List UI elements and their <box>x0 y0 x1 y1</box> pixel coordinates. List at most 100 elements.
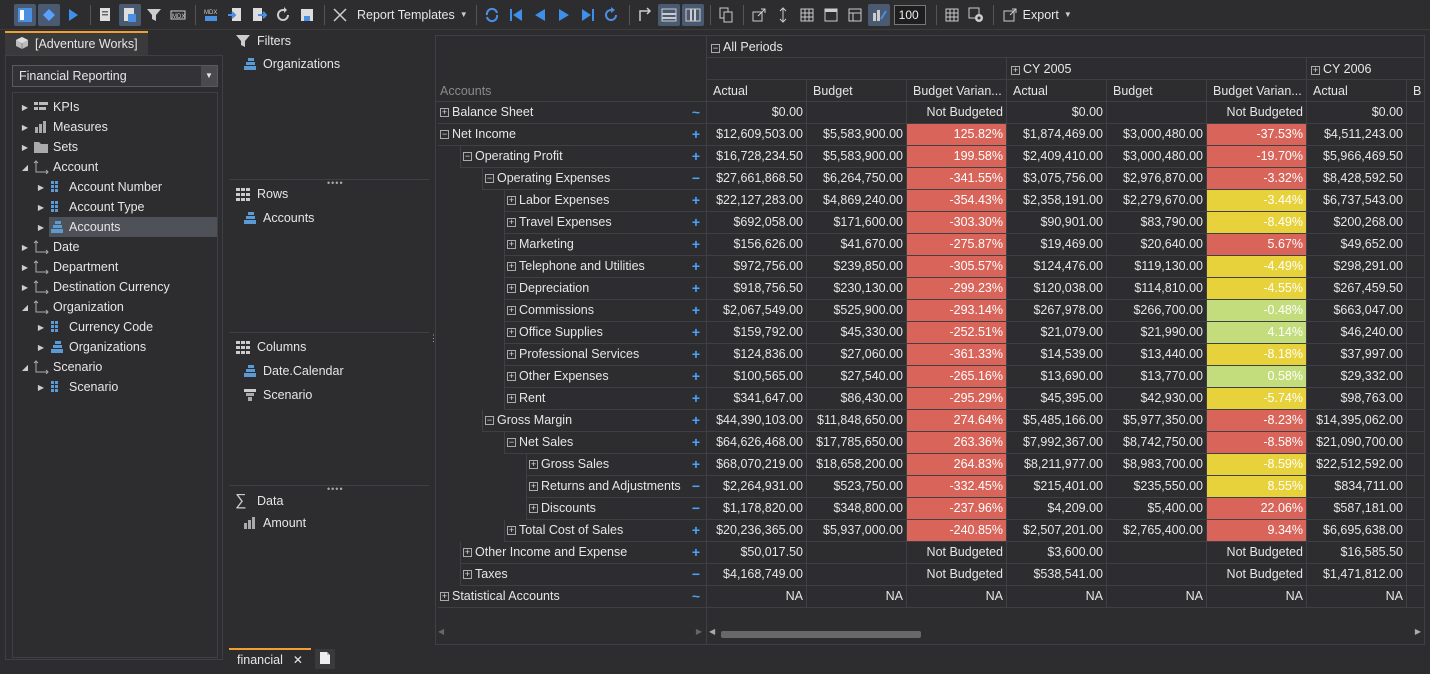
expand-icon[interactable]: + <box>507 240 516 249</box>
data-cell[interactable]: -4.49% <box>1207 256 1307 278</box>
data-cell[interactable]: 4.14% <box>1207 322 1307 344</box>
data-cell[interactable]: -275.87% <box>907 234 1007 256</box>
data-cell[interactable] <box>1407 146 1424 168</box>
redo-button[interactable] <box>601 4 623 26</box>
expand-icon[interactable]: + <box>507 218 516 227</box>
row-header-net-sales[interactable]: − Net Sales + <box>504 432 706 454</box>
sync-button[interactable] <box>481 4 503 26</box>
row-header-other-income-and-expense[interactable]: + Other Income and Expense + <box>460 542 706 564</box>
data-cell[interactable]: $8,428,592.50 <box>1307 168 1407 190</box>
expand-icon[interactable]: + <box>507 196 516 205</box>
data-cell[interactable]: $171,600.00 <box>807 212 907 234</box>
data-cell[interactable]: NA <box>1007 586 1107 608</box>
data-cell[interactable]: 9.34% <box>1207 520 1307 542</box>
data-cell[interactable]: $124,476.00 <box>1007 256 1107 278</box>
chart-edit-button[interactable] <box>867 3 890 26</box>
tree-node-accounts[interactable]: Accounts ▶ <box>38 217 217 237</box>
resize-grip[interactable]: •••• <box>327 485 343 494</box>
data-cell[interactable] <box>1407 322 1424 344</box>
expand-icon[interactable]: + <box>529 482 538 491</box>
data-cell[interactable]: $86,430.00 <box>807 388 907 410</box>
data-cell[interactable]: NA <box>707 586 807 608</box>
data-cell[interactable]: -361.33% <box>907 344 1007 366</box>
prev-button[interactable] <box>529 4 551 26</box>
data-cell[interactable]: 199.58% <box>907 146 1007 168</box>
data-cell[interactable] <box>1107 542 1207 564</box>
table-button[interactable] <box>820 4 842 26</box>
data-cell[interactable] <box>1407 564 1424 586</box>
measure-header[interactable]: Budget <box>1107 80 1207 102</box>
column-item-date-calendar[interactable]: Date.Calendar <box>243 364 344 378</box>
data-cell[interactable] <box>1407 344 1424 366</box>
field-list-button[interactable] <box>14 3 36 26</box>
grid-button[interactable] <box>796 4 818 26</box>
data-cell[interactable]: $37,997.00 <box>1307 344 1407 366</box>
copy-button[interactable] <box>715 4 737 26</box>
data-cell[interactable]: $538,541.00 <box>1007 564 1107 586</box>
data-cell[interactable]: $7,992,367.00 <box>1007 432 1107 454</box>
data-cell[interactable]: $3,000,480.00 <box>1107 146 1207 168</box>
report-button[interactable] <box>95 4 117 26</box>
first-button[interactable] <box>505 4 527 26</box>
data-cell[interactable] <box>1407 366 1424 388</box>
measure-header[interactable]: Budget Varian... <box>1207 80 1307 102</box>
expand-icon[interactable]: + <box>463 548 472 557</box>
data-cell[interactable]: $6,737,543.00 <box>1307 190 1407 212</box>
data-cell[interactable]: $5,485,166.00 <box>1007 410 1107 432</box>
data-cell[interactable]: -354.43% <box>907 190 1007 212</box>
expanded-arrow-icon[interactable]: ◢ <box>17 163 33 172</box>
expand-icon[interactable]: + <box>440 108 449 117</box>
data-cell[interactable] <box>1407 102 1424 124</box>
data-cell[interactable]: -4.55% <box>1207 278 1307 300</box>
data-cell[interactable]: -3.32% <box>1207 168 1307 190</box>
import-button[interactable] <box>224 4 246 26</box>
measure-header[interactable]: B <box>1407 80 1424 102</box>
data-cell[interactable]: $19,469.00 <box>1007 234 1107 256</box>
scroll-left-icon[interactable]: ◀ <box>438 627 444 636</box>
data-cell[interactable]: $1,874,469.00 <box>1007 124 1107 146</box>
data-cell[interactable]: $215,401.00 <box>1007 476 1107 498</box>
expanded-arrow-icon[interactable]: ◢ <box>17 303 33 312</box>
row-header-net-income[interactable]: − Net Income + <box>438 124 706 146</box>
collapse-icon[interactable]: − <box>440 130 449 139</box>
data-cell[interactable]: -8.59% <box>1207 454 1307 476</box>
data-cell[interactable]: $13,440.00 <box>1107 344 1207 366</box>
collapsed-arrow-icon[interactable]: ▶ <box>33 343 49 352</box>
collapse-icon[interactable]: − <box>485 174 494 183</box>
data-cell[interactable] <box>1407 124 1424 146</box>
expand-button[interactable] <box>772 4 794 26</box>
data-cell[interactable]: $1,178,820.00 <box>707 498 807 520</box>
data-cell[interactable] <box>1407 234 1424 256</box>
tab-financial[interactable]: financial ✕ <box>229 648 311 670</box>
collapsed-arrow-icon[interactable]: ▶ <box>33 203 49 212</box>
data-cell[interactable]: 264.83% <box>907 454 1007 476</box>
row-header-travel-expenses[interactable]: + Travel Expenses + <box>504 212 706 234</box>
data-cell[interactable]: NA <box>807 586 907 608</box>
data-cell[interactable] <box>1407 168 1424 190</box>
year-header-cy-2005[interactable]: + CY 2005 <box>1007 58 1307 80</box>
data-cell[interactable]: -305.57% <box>907 256 1007 278</box>
data-cell[interactable]: $22,512,592.00 <box>1307 454 1407 476</box>
row-header-taxes[interactable]: + Taxes − <box>460 564 706 586</box>
data-cell[interactable]: $90,901.00 <box>1007 212 1107 234</box>
data-cell[interactable]: $42,930.00 <box>1107 388 1207 410</box>
collapse-icon[interactable]: − <box>485 416 494 425</box>
data-cell[interactable] <box>1407 520 1424 542</box>
all-periods-header[interactable]: − All Periods <box>707 36 1424 58</box>
data-cell[interactable]: $298,291.00 <box>1307 256 1407 278</box>
collapse-icon[interactable]: − <box>463 152 472 161</box>
measure-header[interactable]: Budget <box>807 80 907 102</box>
data-cell[interactable] <box>1407 586 1424 608</box>
data-cell[interactable]: $5,977,350.00 <box>1107 410 1207 432</box>
data-cell[interactable]: $0.00 <box>1007 102 1107 124</box>
expanded-arrow-icon[interactable]: ◢ <box>17 363 33 372</box>
data-cell[interactable] <box>1407 542 1424 564</box>
data-cell[interactable]: $3,075,756.00 <box>1007 168 1107 190</box>
next-button[interactable] <box>553 4 575 26</box>
data-cell[interactable]: $2,264,931.00 <box>707 476 807 498</box>
data-cell[interactable]: $27,661,868.50 <box>707 168 807 190</box>
row-header-total-cost-of-sales[interactable]: + Total Cost of Sales + <box>504 520 706 542</box>
collapse-icon[interactable]: − <box>711 44 720 53</box>
expand-icon[interactable]: + <box>529 460 538 469</box>
data-cell[interactable]: $525,900.00 <box>807 300 907 322</box>
